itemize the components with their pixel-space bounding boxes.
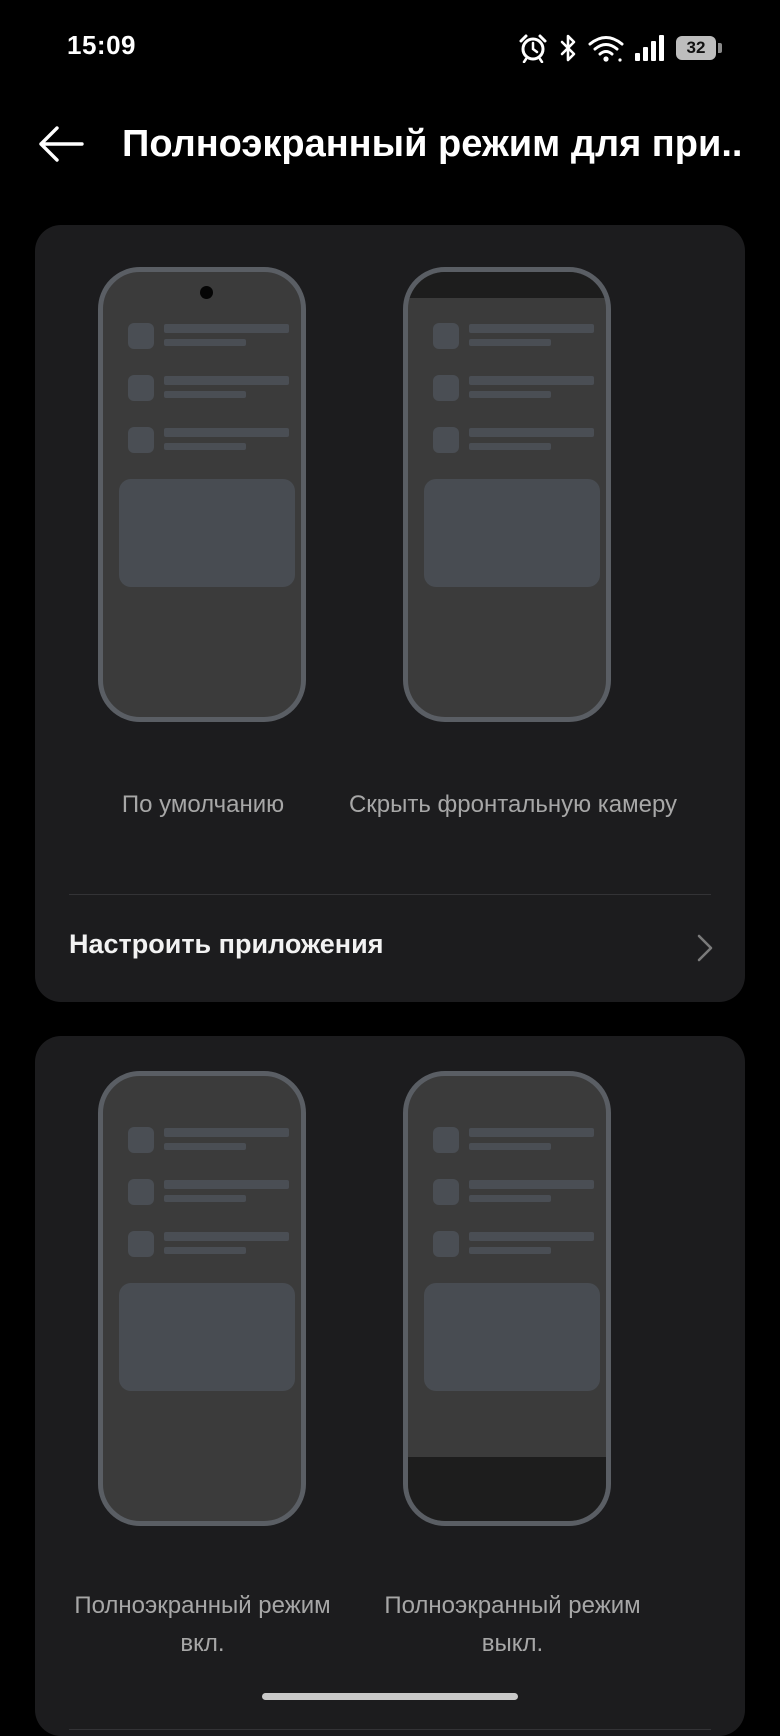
phone-preview-fullscreen-off [403,1071,611,1526]
signal-icon [634,33,666,63]
bluetooth-icon [558,33,578,63]
option-hide-front-camera[interactable]: Скрыть фронтальную камеру [345,225,715,865]
page-title: Полноэкранный режим для при... [122,123,742,165]
camera-mode-card: По умолчанию Скрыть фронтальную камеру Н… [35,225,745,1002]
option-default[interactable]: По умолчанию [35,225,315,865]
chevron-right-icon [697,934,713,962]
hidden-camera-bar [408,272,606,298]
battery-percent: 32 [686,38,706,57]
phone-preview-default [98,267,306,722]
option-label: Полноэкранный режим вкл. [74,1592,331,1657]
home-indicator[interactable] [262,1693,518,1700]
option-fullscreen-off[interactable]: Полноэкранный режим выкл. [345,1036,715,1676]
status-icons: 32 [518,30,722,66]
option-label: По умолчанию [121,791,285,818]
phone-preview-fullscreen-on [98,1071,306,1526]
option-label: Полноэкранный режим выкл. [384,1592,641,1657]
arrow-left-icon [39,126,84,162]
status-time: 15:09 [67,30,136,60]
fullscreen-mode-card: Полноэкранный режим вкл. Полноэкранный р… [35,1036,745,1736]
front-camera-dot [200,286,213,299]
divider [69,1729,711,1730]
app-header: Полноэкранный режим для при... [0,96,780,192]
configure-apps-row[interactable]: Настроить приложения [35,895,745,1001]
option-fullscreen-on[interactable]: Полноэкранный режим вкл. [35,1036,331,1676]
phone-preview-hide-camera [403,267,611,722]
configure-apps-label: Настроить приложения [69,929,384,959]
letterbox-bar [408,1457,606,1521]
status-bar: 15:09 32 [0,0,780,96]
wifi-icon [588,33,624,63]
option-label: Скрыть фронтальную камеру [348,791,678,818]
battery-icon: 32 [676,36,722,60]
alarm-icon [518,33,548,63]
back-button[interactable] [30,116,90,172]
